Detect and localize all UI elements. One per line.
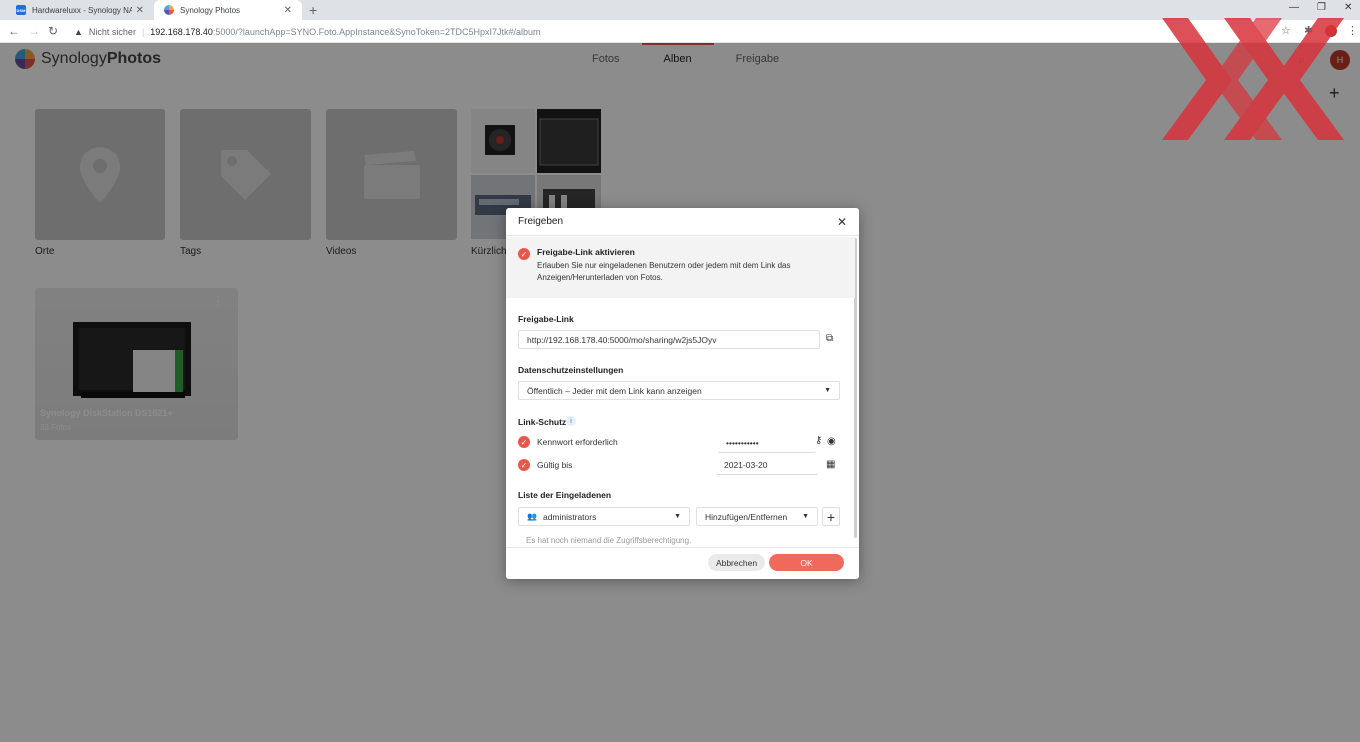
close-tab-icon[interactable]: ✕ — [136, 5, 144, 16]
privacy-select[interactable]: Öffentlich – Jeder mit dem Link kann anz… — [518, 381, 840, 400]
password-required-label: Kennwort erforderlich — [537, 436, 618, 447]
users-icon: 👥 — [527, 512, 537, 521]
tab-title: Synology Photos — [180, 5, 241, 15]
copy-icon[interactable]: ⧉ — [826, 333, 833, 344]
invite-action-select[interactable]: Hinzufügen/Entfernen ▼ — [696, 507, 818, 526]
key-icon[interactable]: ⚷ — [815, 435, 822, 446]
url-path: :5000/?launchApp=SYNO.Foto.AppInstance&S… — [212, 26, 541, 37]
forward-icon[interactable]: → — [28, 24, 40, 38]
browser-tab-bar: DSM Hardwareluxx - Synology NAS ✕ Synolo… — [0, 0, 1360, 20]
browser-tab-synology-photos[interactable]: Synology Photos ✕ — [154, 0, 302, 20]
minimize-icon[interactable]: — — [1289, 2, 1299, 13]
link-protection-label: Link-Schutz — [518, 417, 567, 427]
privacy-label: Datenschutzeinstellungen — [518, 365, 624, 375]
watermark-logo — [1162, 18, 1344, 140]
enable-link-title: Freigabe-Link aktivieren — [537, 247, 635, 257]
address-bar: ← → ↻ ▲ Nicht sicher | 192.168.178.40 :5… — [0, 20, 1360, 43]
password-value: ••••••••••• — [726, 438, 759, 448]
close-window-icon[interactable]: ✕ — [1344, 2, 1352, 13]
url-field[interactable]: ▲ Nicht sicher | 192.168.178.40 :5000/?l… — [66, 22, 1306, 41]
password-required-checkbox[interactable]: ✓ — [518, 436, 530, 448]
empty-invite-note: Es hat noch niemand die Zugriffsberechti… — [526, 536, 692, 545]
cancel-button[interactable]: Abbrechen — [708, 554, 765, 571]
photos-favicon-icon — [164, 5, 174, 15]
dsm-favicon-icon: DSM — [16, 5, 26, 15]
valid-until-value: 2021-03-20 — [724, 460, 768, 470]
close-icon[interactable]: ✕ — [837, 215, 847, 229]
close-tab-icon[interactable]: ✕ — [284, 5, 292, 16]
enable-link-description: Erlauben Sie nur eingeladenen Benutzern … — [537, 261, 791, 282]
share-dialog: Freigeben ✕ ✓ Freigabe-Link aktivieren E… — [506, 208, 859, 579]
enable-link-section: ✓ Freigabe-Link aktivieren Erlauben Sie … — [506, 237, 855, 298]
menu-icon[interactable]: ⋮ — [1347, 24, 1358, 37]
valid-until-field[interactable]: 2021-03-20 — [716, 456, 818, 475]
dropdown-caret-icon: ▼ — [802, 513, 809, 520]
dialog-footer: Abbrechen OK — [506, 547, 859, 579]
password-required-row[interactable]: ✓ Kennwort erforderlich — [518, 435, 618, 448]
valid-until-checkbox[interactable]: ✓ — [518, 459, 530, 471]
share-link-field[interactable]: http://192.168.178.40:5000/mo/sharing/w2… — [518, 330, 820, 349]
valid-until-row[interactable]: ✓ Gültig bis — [518, 458, 572, 471]
share-link-label: Freigabe-Link — [518, 314, 574, 324]
tab-title: Hardwareluxx - Synology NAS — [32, 5, 132, 15]
dialog-body: ✓ Freigabe-Link aktivieren Erlauben Sie … — [506, 237, 855, 547]
eye-icon[interactable]: ◉ — [827, 436, 836, 447]
warning-icon: ▲ — [74, 26, 83, 37]
browser-tab-hardwareluxx[interactable]: DSM Hardwareluxx - Synology NAS ✕ — [6, 0, 154, 20]
dialog-title: Freigeben — [518, 216, 564, 227]
password-field[interactable]: ••••••••••• — [718, 434, 816, 453]
calendar-icon[interactable]: ▦ — [826, 459, 835, 470]
url-host: 192.168.178.40 — [150, 26, 213, 37]
dialog-header: Freigeben ✕ — [506, 208, 859, 236]
back-icon[interactable]: ← — [8, 24, 20, 38]
reload-icon[interactable]: ↻ — [48, 24, 58, 38]
dropdown-caret-icon: ▼ — [674, 513, 681, 520]
invite-list-label: Liste der Eingeladenen — [518, 490, 612, 500]
invite-user-value: administrators — [542, 511, 597, 522]
share-link-value: http://192.168.178.40:5000/mo/sharing/w2… — [527, 334, 717, 345]
ok-button[interactable]: OK — [769, 554, 844, 571]
new-tab-icon[interactable]: + — [309, 2, 317, 18]
enable-link-checkbox[interactable]: ✓ — [518, 248, 530, 260]
valid-until-label: Gültig bis — [537, 459, 573, 470]
dropdown-caret-icon: ▼ — [824, 387, 831, 394]
security-label: Nicht sicher — [88, 26, 136, 37]
invite-action-value: Hinzufügen/Entfernen — [705, 511, 788, 522]
add-invite-button[interactable]: + — [822, 507, 840, 526]
privacy-value: Öffentlich – Jeder mit dem Link kann anz… — [527, 385, 702, 396]
invite-user-select[interactable]: 👥 administrators ▼ — [518, 507, 690, 526]
restore-icon[interactable]: ❐ — [1317, 2, 1326, 13]
info-icon[interactable]: i — [566, 416, 576, 426]
